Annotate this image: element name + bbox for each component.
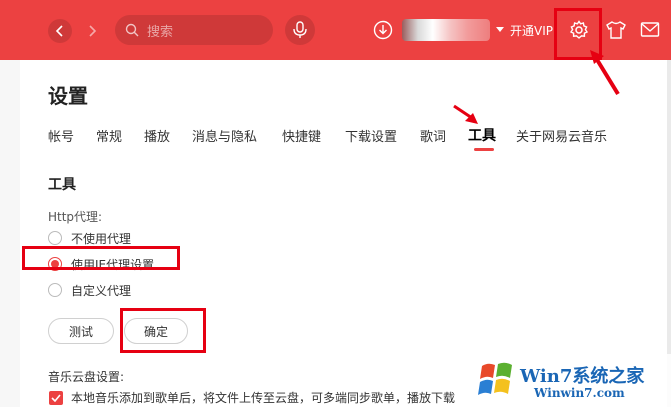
cloud-label: 音乐云盘设置: [48,370,125,384]
chevron-down-icon[interactable] [496,27,504,32]
microphone-icon [293,21,307,38]
search-icon [125,23,139,37]
back-button[interactable] [48,19,72,43]
skin-icon[interactable] [605,20,627,40]
tab-privacy[interactable]: 消息与隐私 [192,126,257,145]
annotation-arrow-tab [453,104,478,124]
search-input[interactable]: 搜索 [115,15,273,45]
tab-about[interactable]: 关于网易云音乐 [516,126,607,145]
page-title: 设置 [48,84,88,108]
active-tab-indicator [474,148,494,151]
annotation-arrow-gear [590,50,620,96]
chevron-left-icon [55,25,63,37]
section-title: 工具 [48,177,76,193]
tab-lyrics[interactable]: 歌词 [420,126,446,145]
cloud-upload-checkbox[interactable] [49,391,63,405]
vip-link[interactable]: 开通VIP [510,22,553,39]
tab-tools[interactable]: 工具 [468,125,496,145]
radio-label: 不使用代理 [71,232,132,246]
voice-search-button[interactable] [285,15,315,45]
avatar[interactable] [402,19,490,41]
tab-playback[interactable]: 播放 [144,126,170,145]
search-placeholder: 搜索 [147,25,174,40]
windows-logo-icon [478,362,512,395]
tab-shortcuts[interactable]: 快捷键 [282,126,321,145]
forward-button[interactable] [80,19,104,43]
tab-download[interactable]: 下载设置 [345,126,397,145]
radio-button[interactable] [48,231,62,245]
watermark: Win7系统之家 Winwin7.com [472,354,671,407]
cloud-upload-label: 本地音乐添加到歌单后，将文件上传至云盘，可多端同步歌单，播放下载 [71,391,456,405]
annotation-box-ie [22,246,180,270]
sidebar-edge [0,60,20,407]
proxy-label: Http代理: [48,210,103,224]
tab-general[interactable]: 常规 [96,126,122,145]
radio-label: 自定义代理 [71,284,132,298]
annotation-box-confirm [120,308,206,353]
mail-icon[interactable] [640,21,660,39]
download-icon[interactable] [373,20,393,40]
test-button[interactable]: 测试 [48,318,114,344]
tab-account[interactable]: 帐号 [48,126,74,145]
watermark-sub: Winwin7.com [534,386,625,400]
check-icon [51,394,61,402]
watermark-text: Win7系统之家 [520,366,645,387]
chevron-right-icon [89,25,97,37]
radio-button[interactable] [48,283,62,297]
